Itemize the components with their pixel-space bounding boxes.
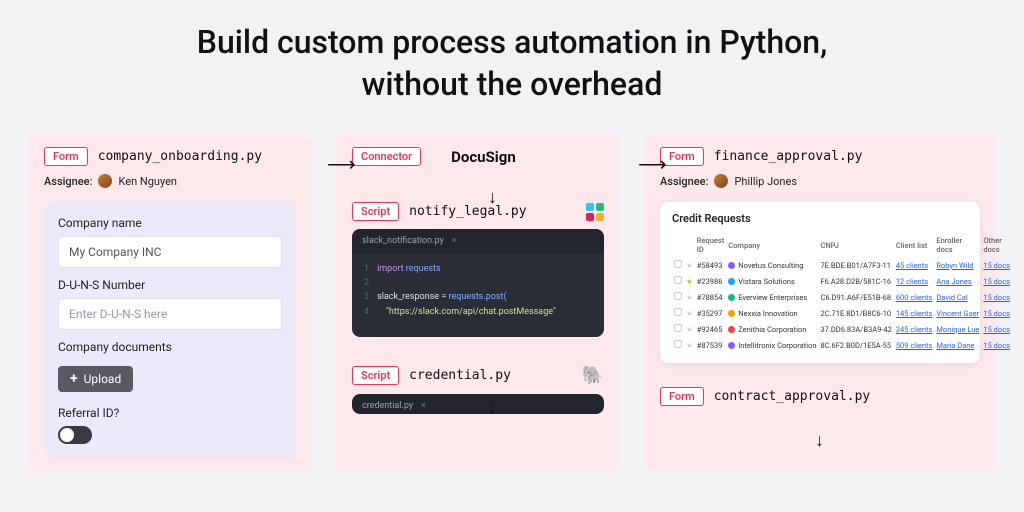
label-company-name: Company name — [58, 216, 282, 230]
star-icon[interactable]: ★ — [686, 293, 693, 302]
clients-link[interactable]: 45 clients — [896, 261, 928, 270]
col-header: Company — [726, 233, 818, 257]
enroller-link[interactable]: Robyn Wild — [936, 261, 973, 270]
filename-credential: credential.py — [409, 368, 511, 383]
star-icon[interactable]: ★ — [686, 277, 693, 286]
referral-toggle[interactable] — [58, 426, 92, 444]
plus-icon: + — [70, 372, 78, 386]
badge-script-2: Script — [352, 366, 399, 385]
assignee-name: Ken Nguyen — [118, 175, 177, 188]
row-checkbox[interactable] — [674, 324, 682, 332]
arrow-right-icon: ⟶ — [327, 152, 356, 176]
credit-requests-table: Credit Requests Request IDCompanyCNPJCli… — [660, 202, 980, 363]
star-icon[interactable]: ★ — [686, 325, 693, 334]
table-row[interactable]: ★ #78854 Everview Enterprises C6.D91.A6F… — [672, 289, 1012, 305]
connector-card: Connector DocuSign Script notify_legal.p… — [336, 133, 620, 472]
docs-link[interactable]: 15 docs — [983, 277, 1010, 286]
table-row[interactable]: ★ #35297 Nexxia Innovation 2C.71E.8D1/B8… — [672, 305, 1012, 321]
code-editor-slack: slack_notification.py× 1import requests … — [352, 229, 604, 337]
postgres-icon: 🐘 — [582, 365, 604, 386]
clients-link[interactable]: 600 clients — [896, 293, 933, 302]
clients-link[interactable]: 245 clients — [896, 325, 933, 334]
row-checkbox[interactable] — [674, 260, 682, 268]
badge-script: Script — [352, 202, 399, 221]
company-name-input[interactable] — [58, 236, 282, 268]
col-header: Other docs — [981, 233, 1012, 257]
badge-form-3: Form — [660, 387, 704, 406]
star-icon[interactable]: ★ — [686, 309, 693, 318]
code-editor-credential: credential.py × — [352, 394, 604, 414]
col-header: Enroller docs — [934, 233, 981, 257]
filename-notify-legal: notify_legal.py — [409, 204, 526, 219]
form-card-onboarding: Form company_onboarding.py Assignee: Ken… — [28, 133, 312, 472]
enroller-link[interactable]: Maria Dane — [936, 341, 974, 350]
table-row[interactable]: ★ #92465 Zenithia Corporation 37.DD6.83A… — [672, 321, 1012, 337]
docs-link[interactable]: 15 docs — [983, 293, 1010, 302]
enroller-link[interactable]: Ana Jones — [936, 277, 971, 286]
clients-link[interactable]: 145 clients — [896, 309, 933, 318]
filename-finance: finance_approval.py — [714, 149, 863, 164]
row-checkbox[interactable] — [674, 292, 682, 300]
docs-link[interactable]: 15 docs — [983, 261, 1010, 270]
editor-tab[interactable]: slack_notification.py — [362, 234, 444, 248]
assignee-name-2: Phillip Jones — [734, 175, 797, 188]
form-panel: Company name D-U-N-S Number Company docu… — [44, 202, 296, 458]
docs-link[interactable]: 15 docs — [983, 309, 1010, 318]
label-company-docs: Company documents — [58, 340, 282, 354]
editor-tab-2[interactable]: credential.py — [362, 399, 413, 413]
clients-link[interactable]: 12 clients — [896, 277, 928, 286]
table-row[interactable]: ★ #58493 Novetus Consulting 7E.BDE.B01/A… — [672, 257, 1012, 273]
arrow-down-icon-2: ↓ — [488, 397, 497, 418]
slack-icon — [586, 203, 604, 221]
table-row[interactable]: ★ #87539 Intellitronix Corporation 8C.6F… — [672, 337, 1012, 353]
form-card-finance: Form finance_approval.py Assignee: Phill… — [644, 133, 996, 472]
docs-link[interactable]: 15 docs — [983, 341, 1010, 350]
avatar-icon — [98, 174, 112, 188]
label-referral: Referral ID? — [58, 406, 282, 420]
table-title: Credit Requests — [672, 212, 968, 225]
col-header: Client list — [894, 233, 935, 257]
star-icon[interactable]: ★ — [686, 341, 693, 350]
hero-title: Build custom process automation in Pytho… — [0, 0, 1024, 133]
filename-contract: contract_approval.py — [714, 389, 871, 404]
row-checkbox[interactable] — [674, 340, 682, 348]
enroller-link[interactable]: Monique Lue — [936, 325, 979, 334]
docusign-logo: DocuSign — [451, 148, 516, 166]
arrow-right-icon-2: ⟶ — [638, 152, 667, 176]
row-checkbox[interactable] — [674, 308, 682, 316]
upload-button[interactable]: +Upload — [58, 366, 133, 392]
clients-link[interactable]: 509 clients — [896, 341, 933, 350]
table-row[interactable]: ★ #23986 Vistara Solutions F6.A28.D2B/58… — [672, 273, 1012, 289]
star-icon[interactable]: ★ — [686, 261, 693, 270]
arrow-down-icon-3: ↓ — [815, 430, 824, 451]
assignee-label-2: Assignee: — [660, 175, 708, 188]
enroller-link[interactable]: David Cal — [936, 293, 967, 302]
filename-onboarding: company_onboarding.py — [98, 149, 262, 164]
duns-input[interactable] — [58, 298, 282, 330]
close-tab-icon[interactable]: × — [452, 234, 457, 248]
close-tab-icon-2[interactable]: × — [421, 399, 426, 413]
badge-connector: Connector — [352, 147, 421, 166]
assignee-label: Assignee: — [44, 175, 92, 188]
avatar-icon-2 — [714, 174, 728, 188]
col-header: Request ID — [695, 233, 727, 257]
enroller-link[interactable]: Vincent Gaer — [936, 309, 979, 318]
docs-link[interactable]: 15 docs — [983, 325, 1010, 334]
col-header: CNPJ — [818, 233, 893, 257]
row-checkbox[interactable] — [674, 276, 682, 284]
badge-form: Form — [44, 147, 88, 166]
label-duns: D-U-N-S Number — [58, 278, 282, 292]
arrow-down-icon: ↓ — [488, 187, 497, 208]
